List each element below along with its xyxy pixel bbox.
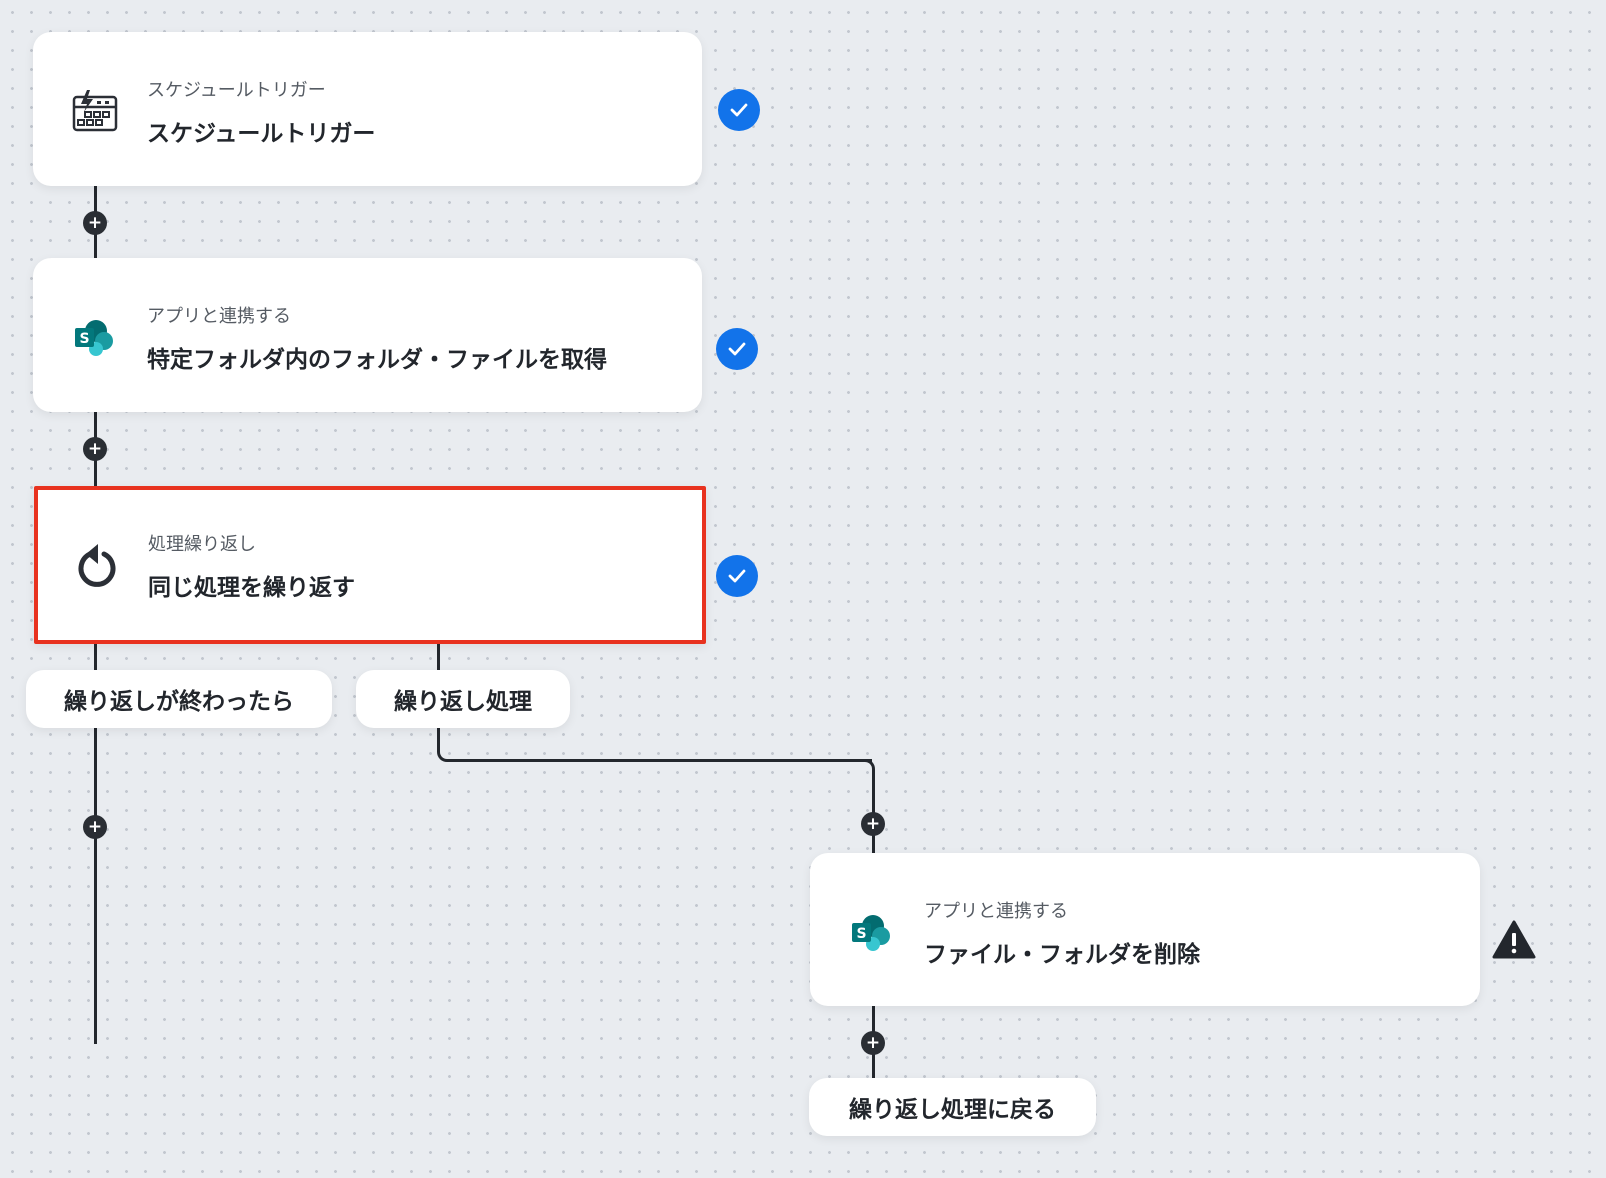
step-title: 同じ処理を繰り返す: [148, 575, 355, 601]
connector-line: [94, 644, 97, 670]
branch-after-loop[interactable]: 繰り返しが終わったら: [26, 670, 332, 728]
step-subtitle: スケジュールトリガー: [147, 80, 326, 101]
svg-text:S: S: [79, 331, 89, 347]
check-icon: [716, 328, 758, 370]
loop-icon: [72, 542, 120, 590]
warning-icon: [1492, 920, 1536, 960]
step-title: スケジュールトリガー: [147, 121, 376, 147]
add-step-button[interactable]: +: [861, 812, 885, 836]
add-step-button[interactable]: +: [83, 815, 107, 839]
branch-elbow-line: [437, 726, 872, 762]
add-step-button[interactable]: +: [83, 437, 107, 461]
calendar-bolt-icon: [71, 88, 119, 136]
sharepoint-icon: S: [71, 314, 119, 362]
connector-line: [437, 644, 440, 670]
back-to-loop-button[interactable]: 繰り返し処理に戻る: [809, 1078, 1096, 1136]
add-step-button[interactable]: +: [83, 211, 107, 235]
check-icon: [716, 555, 758, 597]
step-subtitle: 処理繰り返し: [148, 534, 256, 555]
step-card-loop[interactable]: 処理繰り返し 同じ処理を繰り返す: [34, 486, 706, 644]
step-title: 特定フォルダ内のフォルダ・ファイルを取得: [147, 347, 607, 373]
step-subtitle: アプリと連携する: [924, 901, 1068, 922]
connector-line: [94, 728, 97, 1044]
sharepoint-icon: S: [848, 909, 896, 957]
step-card-schedule-trigger[interactable]: スケジュールトリガー スケジュールトリガー: [33, 32, 702, 186]
step-card-get-files[interactable]: S アプリと連携する 特定フォルダ内のフォルダ・ファイルを取得: [33, 258, 702, 412]
branch-loop-body[interactable]: 繰り返し処理: [356, 670, 570, 728]
svg-text:S: S: [856, 926, 866, 942]
step-subtitle: アプリと連携する: [147, 306, 291, 327]
step-title: ファイル・フォルダを削除: [924, 942, 1200, 968]
step-card-delete-file[interactable]: S アプリと連携する ファイル・フォルダを削除: [810, 853, 1480, 1006]
check-icon: [718, 89, 760, 131]
add-step-button[interactable]: +: [861, 1031, 885, 1055]
